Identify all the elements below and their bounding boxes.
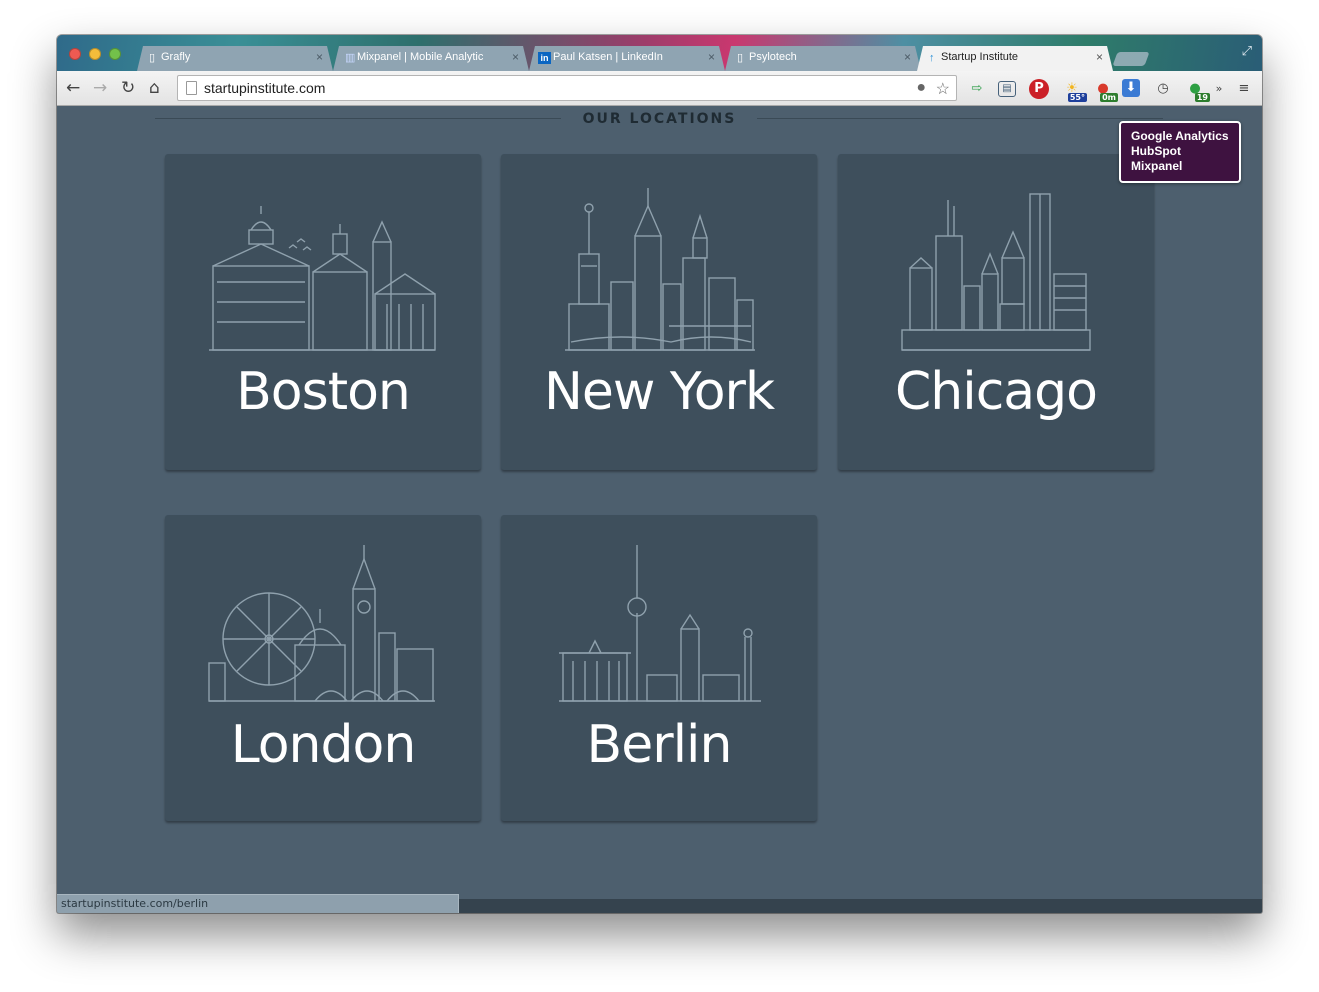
tab-psylotech[interactable]: ▯ Psylotech × [725,46,921,71]
overflow-icon[interactable]: » [1209,79,1229,99]
weather-icon[interactable]: ☀ 55° [1062,79,1087,102]
analytics-detector-tooltip: Google Analytics HubSpot Mixpanel [1119,121,1241,183]
close-icon[interactable]: × [512,50,519,64]
section-title: OUR LOCATIONS [582,111,737,127]
tab-title: Startup Institute [941,51,1019,63]
tab-mixpanel[interactable]: ▥ Mixpanel | Mobile Analytic × [333,46,529,71]
weather-badge: 55° [1067,93,1087,102]
tab-linkedin[interactable]: in Paul Katsen | LinkedIn × [529,46,725,71]
mixpanel-icon: ▥ [345,52,356,64]
evernote-badge: 19 [1194,93,1210,102]
evernote-icon[interactable]: ● 19 [1185,79,1210,102]
tab-title: Psylotech [749,51,797,63]
browser-toolbar: ← → ↻ ⌂ startupinstitute.com ● ☆ ⇨ ▤ P ☀… [57,71,1262,106]
tab-title: Grafly [161,51,191,63]
page-icon: ▯ [149,52,156,64]
close-icon[interactable]: × [904,50,911,64]
close-icon[interactable]: × [1096,50,1103,64]
linkedin-icon: in [538,52,551,64]
lightbulb-icon[interactable]: ● [916,79,926,97]
window-icon[interactable]: ▤ [998,81,1016,97]
page-icon [186,81,197,95]
tab-title: Paul Katsen | LinkedIn [553,51,663,63]
minimize-window-button[interactable] [89,48,101,60]
tooltip-line: Mixpanel [1131,159,1183,173]
tab-grafly[interactable]: ▯ Grafly × [137,46,333,71]
menu-icon[interactable]: ≡ [1234,79,1254,99]
location-card-london[interactable]: London [165,515,481,821]
location-name: Boston [236,362,411,422]
close-icon[interactable]: × [316,50,323,64]
berlin-skyline [559,545,761,702]
fullscreen-icon[interactable]: ⤢ [1242,44,1252,59]
tab-startup-institute[interactable]: ↑ Startup Institute × [917,46,1113,71]
location-name: Chicago [895,362,1098,422]
address-text: startupinstitute.com [204,80,326,96]
location-card-boston[interactable]: Boston [165,154,481,470]
send-to-icon[interactable]: ⇨ [967,79,987,99]
bookmark-star-icon[interactable]: ☆ [936,79,950,99]
startup-institute-icon: ↑ [929,52,935,64]
tooltip-line: Google Analytics [1131,129,1229,143]
download-icon[interactable]: ⬇ [1122,79,1140,97]
location-name: Berlin [586,715,733,775]
close-window-button[interactable] [69,48,81,60]
reload-icon[interactable]: ↻ [121,78,135,98]
back-icon[interactable]: ← [66,78,80,98]
close-icon[interactable]: × [708,50,715,64]
address-bar[interactable]: startupinstitute.com ● ☆ [177,75,957,101]
new-tab-button[interactable] [1112,52,1150,66]
forward-icon[interactable]: → [93,78,107,98]
zoom-window-button[interactable] [109,48,121,60]
chicago-skyline [901,193,1091,351]
tooltip-line: HubSpot [1131,144,1181,158]
location-name: New York [543,362,775,422]
location-card-chicago[interactable]: Chicago [838,154,1154,470]
pinterest-icon[interactable]: P [1029,79,1049,99]
location-name: London [230,715,417,775]
traffic-icon[interactable]: ● 0m [1093,79,1118,102]
tab-title: Mixpanel | Mobile Analytic [357,51,484,63]
new-york-skyline [565,188,755,351]
tab-strip: ▯ Grafly × ▥ Mixpanel | Mobile Analytic … [57,35,1262,71]
location-card-berlin[interactable]: Berlin [501,515,817,821]
traffic-badge: 0m [1100,93,1118,102]
london-skyline [208,545,435,702]
browser-window: ▯ Grafly × ▥ Mixpanel | Mobile Analytic … [57,35,1262,913]
page-icon: ▯ [737,52,744,64]
location-card-new-york[interactable]: New York [501,154,817,470]
boston-skyline [209,206,436,351]
home-icon[interactable]: ⌂ [149,78,160,98]
clock-icon[interactable]: ◷ [1153,79,1173,99]
page-footer [459,899,1262,913]
page-viewport: OUR LOCATIONS Boston New York Chicago Lo… [57,107,1262,913]
status-bar-url: startupinstitute.com/berlin [57,894,459,913]
